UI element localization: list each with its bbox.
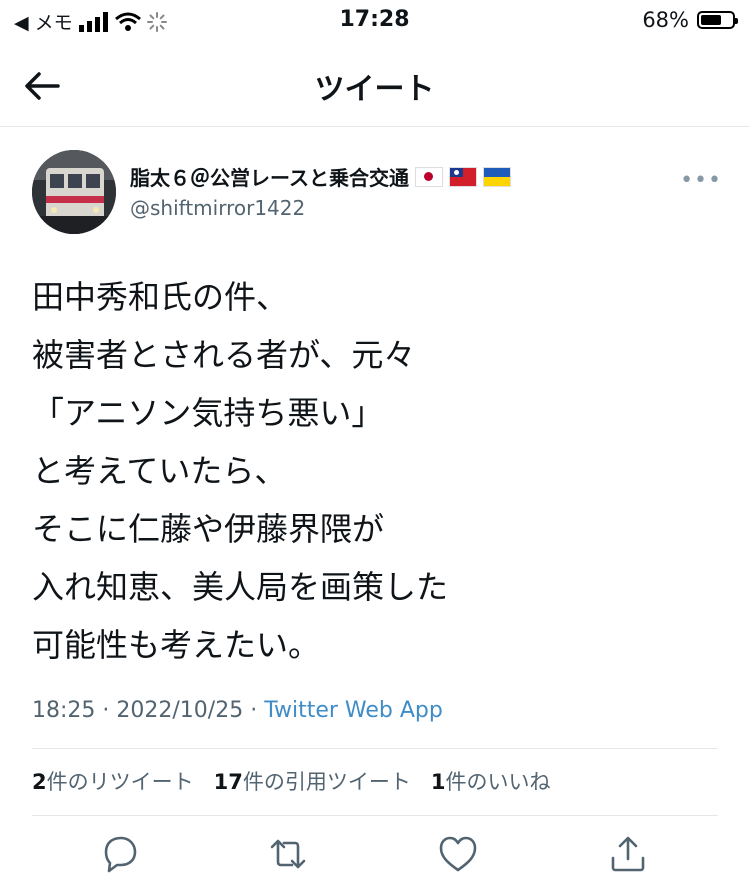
tweet-line: 「アニソン気持ち悪い」 [32,394,384,432]
more-icon[interactable]: ••• [680,168,722,193]
status-bar: ◀ メモ 17:28 68% [0,0,749,44]
quotes-stat[interactable]: 17件の引用ツイート [214,766,411,796]
flag-ukraine-icon [483,166,511,187]
nav-bar: ツイート [0,44,749,127]
status-time: 17:28 [339,7,410,32]
battery-fill [701,15,722,25]
meta-separator: · [243,698,265,723]
page-title: ツイート [314,72,435,107]
divider [32,815,718,816]
battery-percent: 68% [642,8,689,32]
status-right: 68% [642,8,738,32]
battery-icon [697,11,738,29]
meta-separator: · [95,698,117,723]
reply-icon[interactable] [98,832,142,876]
quotes-label: 件の引用ツイート [242,770,411,794]
tweet-line: そこに仁藤や伊藤界隈が [32,510,385,548]
avatar[interactable] [32,150,116,234]
tweet-line: 可能性も考えたい。 [32,626,321,664]
retweets-label: 件のリツイート [46,770,194,794]
tweet-line: 被害者とされる者が、元々 [32,336,416,374]
retweets-stat[interactable]: 2件のリツイート [32,766,194,796]
tweet-author: 脂太６＠公営レースと乗合交通 @shiftmirror1422 ••• [32,150,722,236]
flag-taiwan-icon [449,166,477,187]
tweet-time[interactable]: 18:25 [32,698,95,723]
quotes-count: 17 [213,770,243,794]
tweet-date[interactable]: 2022/10/25 [116,698,243,723]
tweet-line: 入れ知恵、美人局を画策した [32,568,449,606]
tweet-action-bar [32,832,718,882]
share-icon[interactable] [606,832,650,876]
train-avatar-image [32,150,116,234]
likes-count: 1 [430,770,446,794]
divider [32,748,718,749]
flag-japan-icon [415,166,443,187]
retweet-icon[interactable] [266,832,310,876]
tweet-stats: 2件のリツイート 17件の引用ツイート 1件のいいね [32,766,550,796]
likes-label: 件のいいね [445,770,551,794]
display-name-row[interactable]: 脂太６＠公営レースと乗合交通 [130,162,511,191]
user-handle[interactable]: @shiftmirror1422 [130,196,305,220]
tweet-source-link[interactable]: Twitter Web App [264,698,443,723]
tweet-text: 田中秀和氏の件、 被害者とされる者が、元々 「アニソン気持ち悪い」 と考えていた… [32,268,712,674]
tweet-line: と考えていたら、 [32,452,287,490]
display-name: 脂太６＠公営レースと乗合交通 [130,166,409,190]
likes-stat[interactable]: 1件のいいね [431,766,551,796]
tweet-line: 田中秀和氏の件、 [32,278,289,316]
retweets-count: 2 [32,770,47,794]
like-icon[interactable] [436,832,480,876]
tweet-meta: 18:25 · 2022/10/25 · Twitter Web App [32,698,443,723]
